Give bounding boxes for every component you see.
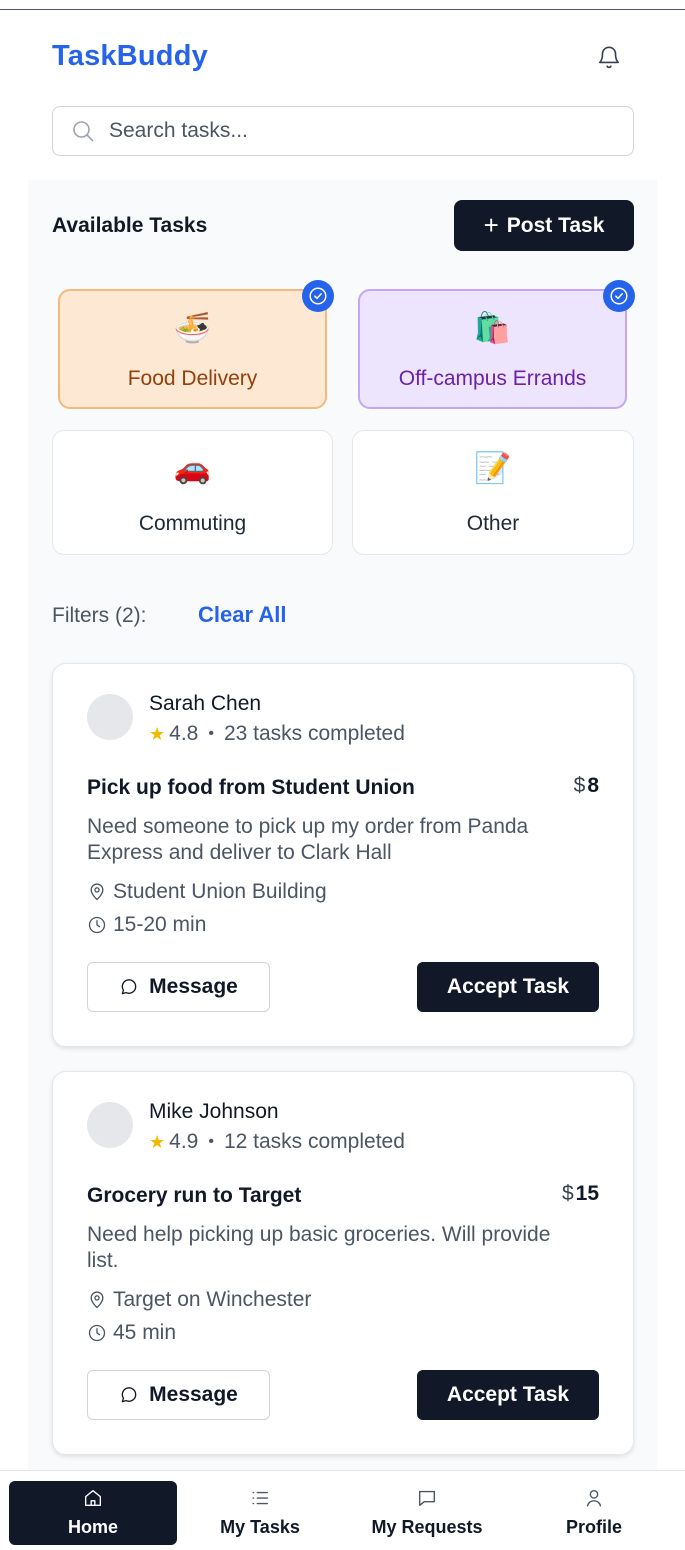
bell-icon[interactable] [596, 44, 622, 70]
plus-icon: + [483, 209, 499, 240]
separator-dot: • [208, 1133, 214, 1150]
message-label: Message [149, 1383, 238, 1406]
avatar [87, 1102, 133, 1148]
car-icon: 🚗 [173, 452, 212, 485]
task-description: Need help picking up basic groceries. Wi… [87, 1223, 551, 1272]
task-card: Mike Johnson ★ 4.9 • 12 tasks completed … [52, 1071, 634, 1455]
post-task-label: Post Task [506, 213, 605, 237]
message-button[interactable]: Message [87, 1370, 270, 1420]
nav-home[interactable]: Home [9, 1481, 177, 1545]
duration-text: 15-20 min [113, 913, 207, 936]
nav-label: Home [67, 1517, 118, 1537]
search-bar [52, 106, 634, 156]
list-icon [252, 1491, 269, 1505]
message-circle-icon [121, 1387, 137, 1403]
app-container: TaskBuddy Available Tasks + Post Task 🍜 … [28, 10, 657, 1470]
task-price: $8 [574, 774, 599, 798]
task-description: Need someone to pick up my order from Pa… [87, 815, 529, 864]
rating-value: 4.8 [169, 722, 199, 745]
accept-task-button[interactable]: Accept Task [417, 1370, 599, 1420]
user-rating: ★ 4.9 • 12 tasks completed [149, 1130, 405, 1154]
location-text: Student Union Building [113, 880, 327, 903]
task-duration: 45 min [87, 1321, 176, 1345]
category-label: Other [466, 512, 520, 535]
task-title: Pick up food from Student Union [87, 776, 415, 799]
task-card: Sarah Chen ★ 4.8 • 23 tasks completed Pi… [52, 663, 634, 1047]
nav-label: My Requests [371, 1517, 483, 1537]
category-commuting[interactable]: 🚗 Commuting [52, 430, 333, 555]
category-label: Commuting [138, 512, 247, 535]
section-title: Available Tasks [52, 214, 208, 237]
nav-profile[interactable]: Profile [510, 1481, 678, 1545]
user-icon [586, 1489, 602, 1507]
clock-icon [88, 916, 106, 934]
accept-task-button[interactable]: Accept Task [417, 962, 599, 1012]
task-title: Grocery run to Target [87, 1184, 302, 1207]
category-food-delivery[interactable]: 🍜 Food Delivery [58, 289, 327, 409]
tasks-completed: 12 tasks completed [223, 1130, 405, 1153]
task-duration: 15-20 min [87, 913, 206, 937]
user-name: Mike Johnson [149, 1100, 279, 1123]
message-circle-icon [121, 979, 137, 995]
check-circle-icon [302, 280, 334, 312]
map-pin-icon [90, 883, 104, 901]
noodles-icon: 🍜 [173, 312, 212, 345]
message-label: Message [149, 975, 238, 998]
nav-my-tasks[interactable]: My Tasks [176, 1481, 344, 1545]
search-icon [73, 121, 94, 142]
task-location: Target on Winchester [87, 1288, 311, 1312]
check-circle-icon [603, 280, 635, 312]
user-rating: ★ 4.8 • 23 tasks completed [149, 722, 405, 746]
category-label: Food Delivery [127, 367, 258, 390]
price-amount: 15 [575, 1182, 599, 1205]
rating-value: 4.9 [169, 1130, 199, 1153]
map-pin-icon [90, 1291, 104, 1309]
shopping-bags-icon: 🛍️ [473, 312, 512, 345]
nav-my-requests[interactable]: My Requests [343, 1481, 511, 1545]
duration-text: 45 min [113, 1321, 177, 1344]
star-icon: ★ [149, 1131, 166, 1152]
task-price: $15 [562, 1182, 599, 1206]
message-button[interactable]: Message [87, 962, 270, 1012]
nav-label: Profile [565, 1517, 622, 1537]
message-square-icon [418, 1490, 436, 1507]
clear-all-link[interactable]: Clear All [198, 602, 286, 628]
category-off-campus-errands[interactable]: 🛍️ Off-campus Errands [358, 289, 627, 409]
currency-symbol: $ [573, 774, 586, 797]
tasks-completed: 23 tasks completed [223, 722, 405, 745]
app-brand: TaskBuddy [52, 40, 208, 72]
bottom-nav: Home My Tasks My Requests Profile [0, 1470, 685, 1550]
task-location: Student Union Building [87, 880, 327, 904]
category-label: Off-campus Errands [398, 367, 587, 390]
currency-symbol: $ [561, 1182, 574, 1205]
header: TaskBuddy [28, 10, 657, 180]
star-icon: ★ [149, 723, 166, 744]
user-name: Sarah Chen [149, 692, 262, 715]
price-amount: 8 [587, 774, 599, 797]
memo-icon: 📝 [474, 452, 512, 485]
filters-count: Filters (2): [52, 604, 147, 627]
separator-dot: • [208, 725, 214, 742]
clock-icon [88, 1324, 106, 1342]
avatar [87, 694, 133, 740]
home-icon [84, 1489, 102, 1507]
post-task-button[interactable]: + Post Task [454, 200, 634, 251]
category-other[interactable]: 📝 Other [352, 430, 634, 555]
search-input[interactable] [109, 115, 609, 147]
location-text: Target on Winchester [113, 1288, 312, 1311]
nav-label: My Tasks [220, 1517, 300, 1537]
